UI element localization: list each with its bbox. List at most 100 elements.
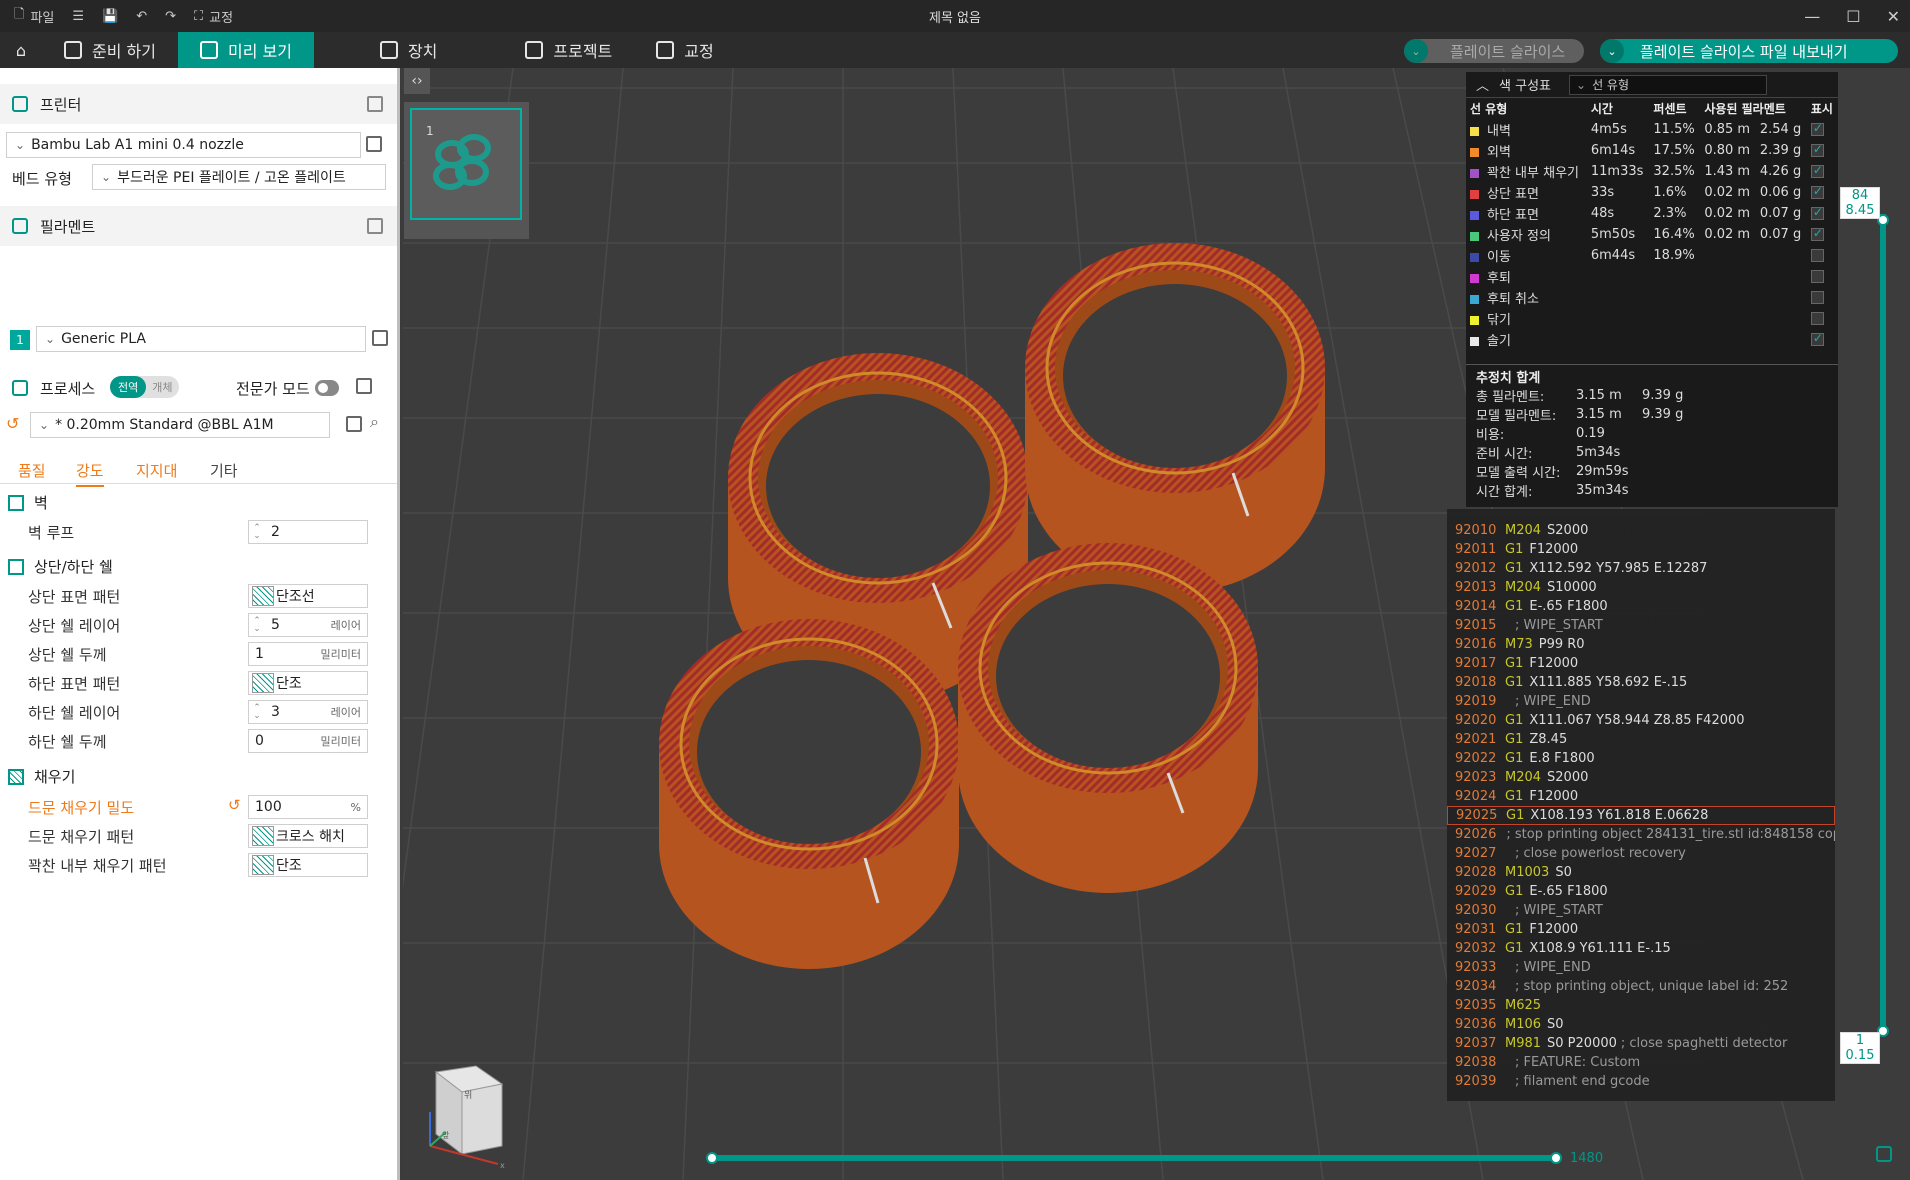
gcode-line[interactable]: 92010 M204 S2000 [1447,521,1835,540]
settings-icon[interactable] [367,218,383,234]
gcode-line[interactable]: 92015 ; WIPE_START [1447,616,1835,635]
scope-toggle[interactable]: 전역 개체 [110,376,179,398]
reset-icon[interactable]: ↺ [228,796,241,814]
top-shell-thickness-input[interactable]: 1 밀리미터 [248,642,368,666]
legend-row[interactable]: 상단 표면 33s 1.6% 0.02 m 0.06 g [1466,182,1838,203]
tab-support[interactable]: 지지대 [136,460,177,481]
process-preset-select[interactable]: ⌄ * 0.20mm Standard @BBL A1M [30,412,330,438]
reset-icon[interactable]: ↺ [6,414,19,433]
scope-object[interactable]: 개체 [146,376,178,398]
legend-row[interactable]: 닦기 [1466,308,1838,329]
collapse-icon[interactable]: ︿ [1476,75,1489,94]
show-checkbox[interactable] [1810,291,1824,304]
gcode-line-current[interactable]: 92025 G1 X108.193 Y61.818 E.06628 [1447,806,1835,825]
tab-device[interactable]: 장치 [358,32,459,68]
chevron-down-icon[interactable]: ⌄ [1404,39,1428,63]
gcode-line[interactable]: 92024 G1 F12000 [1447,787,1835,806]
gcode-line[interactable]: 92018 G1 X111.885 Y58.692 E-.15 [1447,673,1835,692]
show-checkbox[interactable] [1810,331,1824,346]
legend-row[interactable]: 이동 6m44s 18.9% [1466,245,1838,266]
expert-mode-switch[interactable] [315,380,339,396]
layer-slider-track[interactable] [1880,214,1886,1032]
slice-plate-button[interactable]: ⌄ 플레이트 슬라이스 [1404,39,1584,63]
gcode-line[interactable]: 92020 G1 X111.067 Y58.944 Z8.85 F42000 [1447,711,1835,730]
bottom-shell-thickness-input[interactable]: 0 밀리미터 [248,729,368,753]
top-surface-pattern-select[interactable]: 단조선 [248,584,368,608]
maximize-icon[interactable]: ☐ [1846,7,1860,26]
legend-row[interactable]: 솔기 [1466,329,1838,350]
gcode-line[interactable]: 92030 ; WIPE_START [1447,901,1835,920]
gcode-line[interactable]: 92011 G1 F12000 [1447,540,1835,559]
filament-slot-badge[interactable]: 1 [10,330,30,350]
gcode-line[interactable]: 92026 ; stop printing object 284131_tire.… [1447,825,1835,844]
show-checkbox[interactable] [1810,121,1824,136]
compare-icon[interactable] [356,378,372,394]
show-checkbox[interactable] [1810,142,1824,157]
minimize-icon[interactable]: — [1804,7,1820,26]
bottom-surface-pattern-select[interactable]: 단조 [248,671,368,695]
gcode-line[interactable]: 92022 G1 E.8 F1800 [1447,749,1835,768]
gcode-line[interactable]: 92021 G1 Z8.45 [1447,730,1835,749]
gcode-line[interactable]: 92031 G1 F12000 [1447,920,1835,939]
bottom-shell-layers-input[interactable]: ⌃ ⌄ 3 레이어 [248,700,368,724]
move-slider-end-handle[interactable] [1550,1152,1562,1164]
gcode-line[interactable]: 92038 ; FEATURE: Custom [1447,1053,1835,1072]
gcode-line[interactable]: 92019 ; WIPE_END [1447,692,1835,711]
navcube-front-face[interactable]: 앞 [442,1130,450,1140]
tab-calibration[interactable]: 교정 [634,32,735,68]
gcode-line[interactable]: 92012 G1 X112.592 Y57.985 E.12287 [1447,559,1835,578]
gcode-line[interactable]: 92017 G1 F12000 [1447,654,1835,673]
spinner-icon[interactable]: ⌃ ⌄ [249,617,265,634]
edit-icon[interactable] [372,330,388,346]
tab-prepare[interactable]: 준비 하기 [42,32,178,68]
show-checkbox[interactable] [1810,249,1824,262]
gcode-line[interactable]: 92039 ; filament end gcode [1447,1072,1835,1091]
navigation-cube[interactable]: 위 앞 x [416,1062,506,1170]
gcode-line[interactable]: 92014 G1 E-.65 F1800 [1447,597,1835,616]
close-icon[interactable]: ✕ [1887,7,1900,26]
top-shell-layers-input[interactable]: ⌃ ⌄ 5 레이어 [248,613,368,637]
legend-row[interactable]: 내벽 4m5s 11.5% 0.85 m 2.54 g [1466,119,1838,140]
legend-row[interactable]: 외벽 6m14s 17.5% 0.80 m 2.39 g [1466,140,1838,161]
collapse-sidebar-button[interactable]: ‹› [404,68,430,94]
legend-row[interactable]: 하단 표면 48s 2.3% 0.02 m 0.07 g [1466,203,1838,224]
tire-model-3[interactable] [657,617,961,971]
edit-icon[interactable] [366,136,382,152]
gcode-line[interactable]: 92023 M204 S2000 [1447,768,1835,787]
gcode-line[interactable]: 92032 G1 X108.9 Y61.111 E-.15 [1447,939,1835,958]
bed-type-select[interactable]: ⌄ 부드러운 PEI 플레이트 / 고온 플레이트 [92,164,386,190]
export-sliced-button[interactable]: ⌄ 플레이트 슬라이스 파일 내보내기 [1600,39,1898,63]
sparse-density-input[interactable]: 100 % [248,795,368,819]
gcode-line[interactable]: 92037 M981 S0 P20000; close spaghetti dete… [1447,1034,1835,1053]
show-checkbox[interactable] [1810,205,1824,220]
tab-others[interactable]: 기타 [210,460,238,481]
show-checkbox[interactable] [1810,163,1824,178]
gcode-viewer[interactable]: 92010 M204 S2000 92011 G1 F12000 92012 G1 X112.5… [1447,509,1835,1101]
calibrate-menu[interactable]: ⛶ 교정 [194,7,233,26]
gcode-line[interactable]: 92013 M204 S10000 [1447,578,1835,597]
show-checkbox[interactable] [1810,226,1824,241]
home-button[interactable]: ⌂ [0,32,42,68]
chevron-down-icon[interactable]: ⌄ [1600,39,1624,63]
gcode-line[interactable]: 92016 M73 P99 R0 [1447,635,1835,654]
layers-icon[interactable] [1876,1146,1892,1162]
tab-quality[interactable]: 품질 [18,460,46,481]
solid-pattern-select[interactable]: 단조 [248,853,368,877]
show-checkbox[interactable] [1810,270,1824,283]
legend-row[interactable]: 후퇴 취소 [1466,287,1838,308]
settings-icon[interactable] [367,96,383,112]
tab-preview[interactable]: 미리 보기 [177,32,314,68]
gcode-line[interactable]: 92027 ; close powerlost recovery [1447,844,1835,863]
gcode-line[interactable]: 92035 M625 [1447,996,1835,1015]
save-preset-icon[interactable] [346,416,362,432]
show-checkbox[interactable] [1810,312,1824,325]
sparse-pattern-select[interactable]: 크로스 해치 [248,824,368,848]
tab-strength[interactable]: 강도 [76,460,104,487]
navcube-top-face[interactable]: 위 [464,1090,472,1101]
redo-icon[interactable]: ↷ [165,9,176,24]
menu-icon[interactable]: ☰ [72,9,84,24]
spinner-icon[interactable]: ⌃ ⌄ [249,704,265,721]
gcode-line[interactable]: 92033 ; WIPE_END [1447,958,1835,977]
tab-project[interactable]: 프로젝트 [503,32,634,68]
search-icon[interactable]: ⌕ [370,412,379,432]
